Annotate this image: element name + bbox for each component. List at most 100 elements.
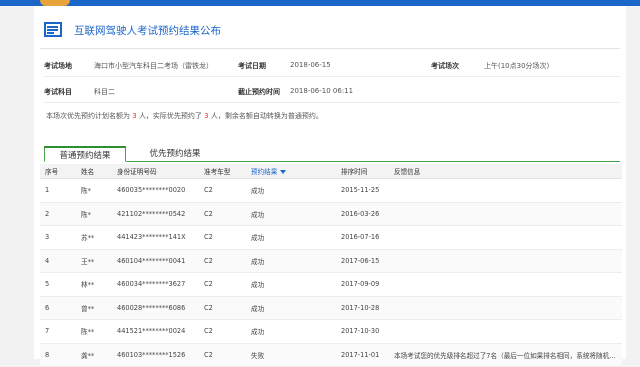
cell-id: 460103********1526 bbox=[112, 343, 199, 367]
cell-feedback bbox=[389, 319, 622, 344]
page-title: 互联网驾驶人考试预约结果公布 bbox=[74, 24, 221, 37]
exam-subject-value: 科目二 bbox=[94, 88, 115, 96]
exam-date-value: 2018-06-15 bbox=[290, 61, 331, 69]
cell-feedback bbox=[389, 249, 622, 273]
deadline-value: 2018-06-10 06:11 bbox=[290, 87, 354, 95]
cell-name: 苏** bbox=[76, 225, 112, 250]
cell-result: 成功 bbox=[246, 202, 336, 226]
cell-result: 成功 bbox=[246, 225, 336, 250]
exam-session-label: 考试场次 bbox=[431, 62, 459, 70]
table-row: 4 王** 460104********0041 C2 成功 2017-06-15 bbox=[40, 249, 622, 273]
cell-no: 6 bbox=[40, 296, 76, 320]
actual-count: 3 bbox=[204, 112, 209, 120]
cell-name: 王** bbox=[76, 249, 112, 273]
table-row: 5 林** 460034********3627 C2 成功 2017-09-09 bbox=[40, 272, 622, 297]
exam-site-value: 海口市小型汽车科目二考场（雷铁龙） bbox=[94, 62, 213, 70]
cell-id: 441521********0024 bbox=[112, 319, 199, 344]
cell-id: 460035********0020 bbox=[112, 178, 199, 203]
col-header-id: 身份证明号码 bbox=[112, 164, 199, 179]
cell-name: 陈* bbox=[76, 178, 112, 203]
cell-id: 441423********141X bbox=[112, 225, 199, 250]
filter-icon[interactable] bbox=[280, 170, 287, 174]
col-header-time: 排序时间 bbox=[336, 164, 389, 179]
cell-no: 5 bbox=[40, 272, 76, 297]
cell-no: 7 bbox=[40, 319, 76, 344]
cell-no: 4 bbox=[40, 249, 76, 273]
cell-vehicle: C2 bbox=[199, 319, 246, 344]
cell-vehicle: C2 bbox=[199, 202, 246, 226]
divider bbox=[40, 48, 620, 49]
cell-vehicle: C2 bbox=[199, 249, 246, 273]
col-header-result-label: 预约结果 bbox=[251, 168, 278, 176]
notice-text: 人，剩余名额自动转换为普通预约。 bbox=[210, 112, 323, 120]
planned-count: 3 bbox=[132, 112, 137, 120]
cell-vehicle: C2 bbox=[199, 343, 246, 367]
cell-time: 2017-09-09 bbox=[336, 272, 389, 297]
cell-time: 2017-11-01 bbox=[336, 343, 389, 367]
cell-no: 3 bbox=[40, 225, 76, 250]
cell-time: 2017-10-28 bbox=[336, 296, 389, 320]
quota-notice: 本场次优先预约计划名额为 3 人，实际优先预约了 3 人，剩余名额自动转换为普通… bbox=[46, 111, 323, 121]
cell-result: 成功 bbox=[246, 249, 336, 273]
cell-id: 460034********3627 bbox=[112, 272, 199, 297]
cell-name: 曾** bbox=[76, 296, 112, 320]
cell-time: 2016-03-26 bbox=[336, 202, 389, 226]
table-row: 2 陈* 421102********0542 C2 成功 2016-03-26 bbox=[40, 202, 622, 226]
notice-text: 人，实际优先预约了 bbox=[138, 112, 202, 120]
exam-session-value: 上午(10点30分场次) bbox=[484, 62, 550, 70]
exam-date-label: 考试日期 bbox=[238, 62, 266, 70]
notice-text: 本场次优先预约计划名额为 bbox=[46, 112, 130, 120]
cell-result: 成功 bbox=[246, 178, 336, 203]
cell-result: 成功 bbox=[246, 296, 336, 320]
cell-time: 2016-07-16 bbox=[336, 225, 389, 250]
result-tabs: 普通预约结果 优先预约结果 bbox=[44, 144, 620, 162]
cell-time: 2017-10-30 bbox=[336, 319, 389, 344]
table-row: 8 龚** 460103********1526 C2 失败 2017-11-01 本场考试… bbox=[40, 343, 622, 367]
table-row: 1 陈* 460035********0020 C2 成功 2015-11-25 bbox=[40, 178, 622, 203]
document-icon bbox=[44, 22, 64, 38]
cell-result: 成功 bbox=[246, 272, 336, 297]
cell-time: 2017-06-15 bbox=[336, 249, 389, 273]
cell-name: 陈** bbox=[76, 319, 112, 344]
cell-id: 460028********6086 bbox=[112, 296, 199, 320]
cell-name: 陈* bbox=[76, 202, 112, 226]
cell-no: 1 bbox=[40, 178, 76, 203]
table-header-row: 序号 姓名 身份证明号码 准考车型 预约结果 排序时间 反馈信息 bbox=[40, 164, 622, 179]
table-row: 6 曾** 460028********6086 C2 成功 2017-10-28 bbox=[40, 296, 622, 320]
table-row: 3 苏** 441423********141X C2 成功 2016-07-16 bbox=[40, 225, 622, 250]
cell-name: 龚** bbox=[76, 343, 112, 367]
cell-no: 2 bbox=[40, 202, 76, 226]
col-header-feedback: 反馈信息 bbox=[389, 164, 622, 179]
cell-name: 林** bbox=[76, 272, 112, 297]
cell-vehicle: C2 bbox=[199, 272, 246, 297]
info-separator bbox=[44, 102, 620, 103]
cell-id: 460104********0041 bbox=[112, 249, 199, 273]
tab-priority-results[interactable]: 优先预约结果 bbox=[134, 146, 216, 162]
cell-id: 421102********0542 bbox=[112, 202, 199, 226]
cell-feedback bbox=[389, 178, 622, 203]
cell-feedback bbox=[389, 296, 622, 320]
tab-regular-results[interactable]: 普通预约结果 bbox=[44, 146, 126, 162]
page-header: 互联网驾驶人考试预约结果公布 bbox=[44, 18, 221, 42]
cell-result: 成功 bbox=[246, 319, 336, 344]
cell-vehicle: C2 bbox=[199, 225, 246, 250]
cell-feedback bbox=[389, 272, 622, 297]
exam-subject-label: 考试科目 bbox=[44, 88, 72, 96]
col-header-result[interactable]: 预约结果 bbox=[246, 164, 336, 179]
cell-vehicle: C2 bbox=[199, 296, 246, 320]
deadline-label: 截止预约时间 bbox=[238, 88, 280, 96]
cell-time: 2015-11-25 bbox=[336, 178, 389, 203]
cell-feedback bbox=[389, 202, 622, 226]
results-panel: 互联网驾驶人考试预约结果公布 考试场地 海口市小型汽车科目二考场（雷铁龙） 考试… bbox=[34, 6, 626, 367]
cell-vehicle: C2 bbox=[199, 178, 246, 203]
col-header-vehicle: 准考车型 bbox=[199, 164, 246, 179]
results-table: 序号 姓名 身份证明号码 准考车型 预约结果 排序时间 反馈信息 1 陈* 4600… bbox=[40, 164, 622, 367]
cell-result: 失败 bbox=[246, 343, 336, 367]
exam-site-label: 考试场地 bbox=[44, 62, 72, 70]
cell-feedback bbox=[389, 225, 622, 250]
table-row: 7 陈** 441521********0024 C2 成功 2017-10-30 bbox=[40, 319, 622, 344]
info-separator bbox=[44, 76, 620, 77]
col-header-name: 姓名 bbox=[76, 164, 112, 179]
cell-no: 8 bbox=[40, 343, 76, 367]
cell-feedback: 本场考试您的优先级排名超过了7名（最后一位如果排名相同，系统将随机... bbox=[389, 343, 622, 367]
